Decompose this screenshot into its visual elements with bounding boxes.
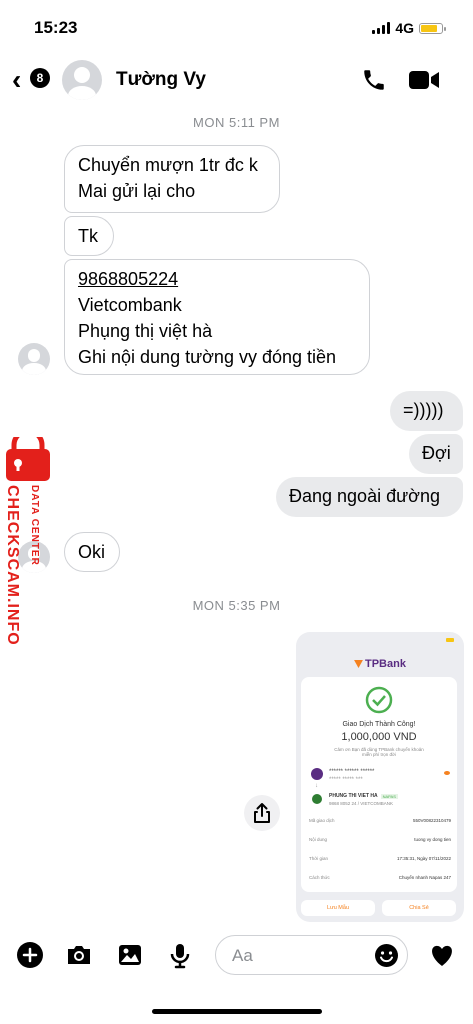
share-icon xyxy=(254,803,270,823)
save-template-label: Lưu Mẫu xyxy=(326,905,350,911)
recipient-name: PHUNG THI VIET HA xyxy=(329,793,378,799)
receipt-status: Giao Dịch Thành Công! xyxy=(342,721,416,728)
emoji-icon[interactable] xyxy=(374,943,399,968)
receipt-amount: 1,000,000 VND xyxy=(341,731,417,743)
detail-row: Cách thức Chuyển nhanh Napas 247 xyxy=(309,875,451,880)
plus-icon[interactable] xyxy=(16,941,44,969)
heart-icon[interactable] xyxy=(428,941,456,969)
phone-icon[interactable] xyxy=(361,67,387,93)
message-bubble-incoming[interactable]: Chuyển mượn 1tr đc k Mai gửi lại cho xyxy=(64,145,280,213)
message-text: Tk xyxy=(78,226,98,246)
message-bubble-outgoing[interactable]: Đang ngoài đường xyxy=(276,477,463,517)
tpbank-logo-icon xyxy=(354,660,363,668)
message-text: Phụng thị việt hà xyxy=(78,321,213,341)
timestamp-label: MON 5:11 PM xyxy=(193,115,280,130)
status-time: 15:23 xyxy=(34,18,78,37)
recipient-tag: NAPAS xyxy=(380,793,398,799)
detail-row: Thời gian 17:35:31, Ngày 07/11/2022 xyxy=(309,856,451,861)
sender-account-masked: ***** ***** *** xyxy=(329,777,363,783)
message-bubble-outgoing[interactable]: Đợi xyxy=(409,434,463,474)
success-check-icon xyxy=(365,686,393,714)
watermark-brand: CHECKSCAM.INFO xyxy=(4,485,21,646)
message-text: Ghi nội dung tường vy đóng tiền xyxy=(78,347,337,367)
detail-value: 550V00822310479 xyxy=(412,818,451,823)
detail-row: Mã giao dịch 550V00822310479 xyxy=(309,818,451,823)
sender-logo-icon xyxy=(311,768,323,780)
detail-label: Cách thức xyxy=(309,875,330,880)
message-text: =))))) xyxy=(403,400,444,420)
recipient-logo-icon xyxy=(312,794,322,804)
detail-label: Thời gian xyxy=(309,856,328,861)
battery-mini-icon xyxy=(446,638,454,642)
checkscam-watermark: CHECKSCAM.INFO DATA CENTER xyxy=(4,437,50,646)
unread-badge[interactable]: 8 xyxy=(30,68,50,88)
back-chevron-icon[interactable]: ‹ xyxy=(12,66,21,94)
detail-value: Chuyển nhanh Napas 247 xyxy=(398,875,451,880)
message-input[interactable]: Aa xyxy=(215,935,408,975)
receipt-card: Giao Dịch Thành Công! 1,000,000 VND Cảm … xyxy=(301,677,457,892)
gallery-icon[interactable] xyxy=(116,941,144,969)
message-text: Đợi xyxy=(422,443,451,463)
detail-value: 17:35:31, Ngày 07/11/2022 xyxy=(397,856,451,861)
sender-name-masked: ****** ****** ****** xyxy=(329,769,375,775)
arrow-down-icon: ↓ xyxy=(315,783,318,789)
save-template-button[interactable]: Lưu Mẫu xyxy=(301,900,375,916)
receipt-thanks: Cảm ơn Bạn đã dùng TPBank chuyển khoản m… xyxy=(334,747,424,757)
battery-icon xyxy=(419,22,446,34)
message-bubble-incoming[interactable]: Oki xyxy=(64,532,120,572)
sender-avatar[interactable] xyxy=(18,343,50,375)
microphone-icon[interactable] xyxy=(166,941,194,969)
detail-value: tuong vy dong tien xyxy=(414,837,451,842)
message-bubble-incoming[interactable]: 9868805224 Vietcombank Phụng thị việt hà… xyxy=(64,259,370,375)
detail-label: Nội dung xyxy=(309,837,328,842)
recipient-account: 9868 8052 24 / VIETCOMBANK xyxy=(329,801,394,806)
message-text: Vietcombank xyxy=(78,295,182,315)
share-button[interactable]: Chia Sẻ xyxy=(382,900,456,916)
message-input-placeholder: Aa xyxy=(232,946,253,965)
eye-icon xyxy=(444,771,450,775)
contact-avatar[interactable] xyxy=(62,60,102,100)
account-number-link[interactable]: 9868805224 xyxy=(78,266,356,292)
message-bubble-outgoing[interactable]: =))))) xyxy=(390,391,463,431)
camera-icon[interactable] xyxy=(65,941,93,969)
network-label: 4G xyxy=(395,20,414,36)
recipient-line: PHUNG THI VIET HA NAPAS xyxy=(329,793,398,799)
detail-row: Nội dung tuong vy dong tien xyxy=(309,837,451,842)
message-text: Oki xyxy=(78,542,105,562)
bank-name: TPBank xyxy=(365,658,406,670)
message-text: Đang ngoài đường xyxy=(289,486,440,506)
bank-receipt-image[interactable]: TPBank Giao Dịch Thành Công! 1,000,000 V… xyxy=(296,632,464,922)
watermark-sub: DATA CENTER xyxy=(29,485,40,566)
status-icons: 4G xyxy=(372,20,446,36)
tpbank-logo: TPBank xyxy=(354,658,406,670)
video-call-icon[interactable] xyxy=(408,68,440,92)
message-bubble-incoming[interactable]: Tk xyxy=(64,216,114,256)
share-image-button[interactable] xyxy=(244,795,280,831)
detail-label: Mã giao dịch xyxy=(309,818,335,823)
signal-icon xyxy=(372,22,391,34)
home-indicator[interactable] xyxy=(152,1009,322,1014)
timestamp-label: MON 5:35 PM xyxy=(192,598,281,613)
message-text: Chuyển mượn 1tr đc k xyxy=(78,155,258,175)
message-text: Mai gửi lại cho xyxy=(78,181,196,201)
share-label: Chia Sẻ xyxy=(409,905,429,911)
contact-name[interactable]: Tường Vy xyxy=(116,69,206,91)
